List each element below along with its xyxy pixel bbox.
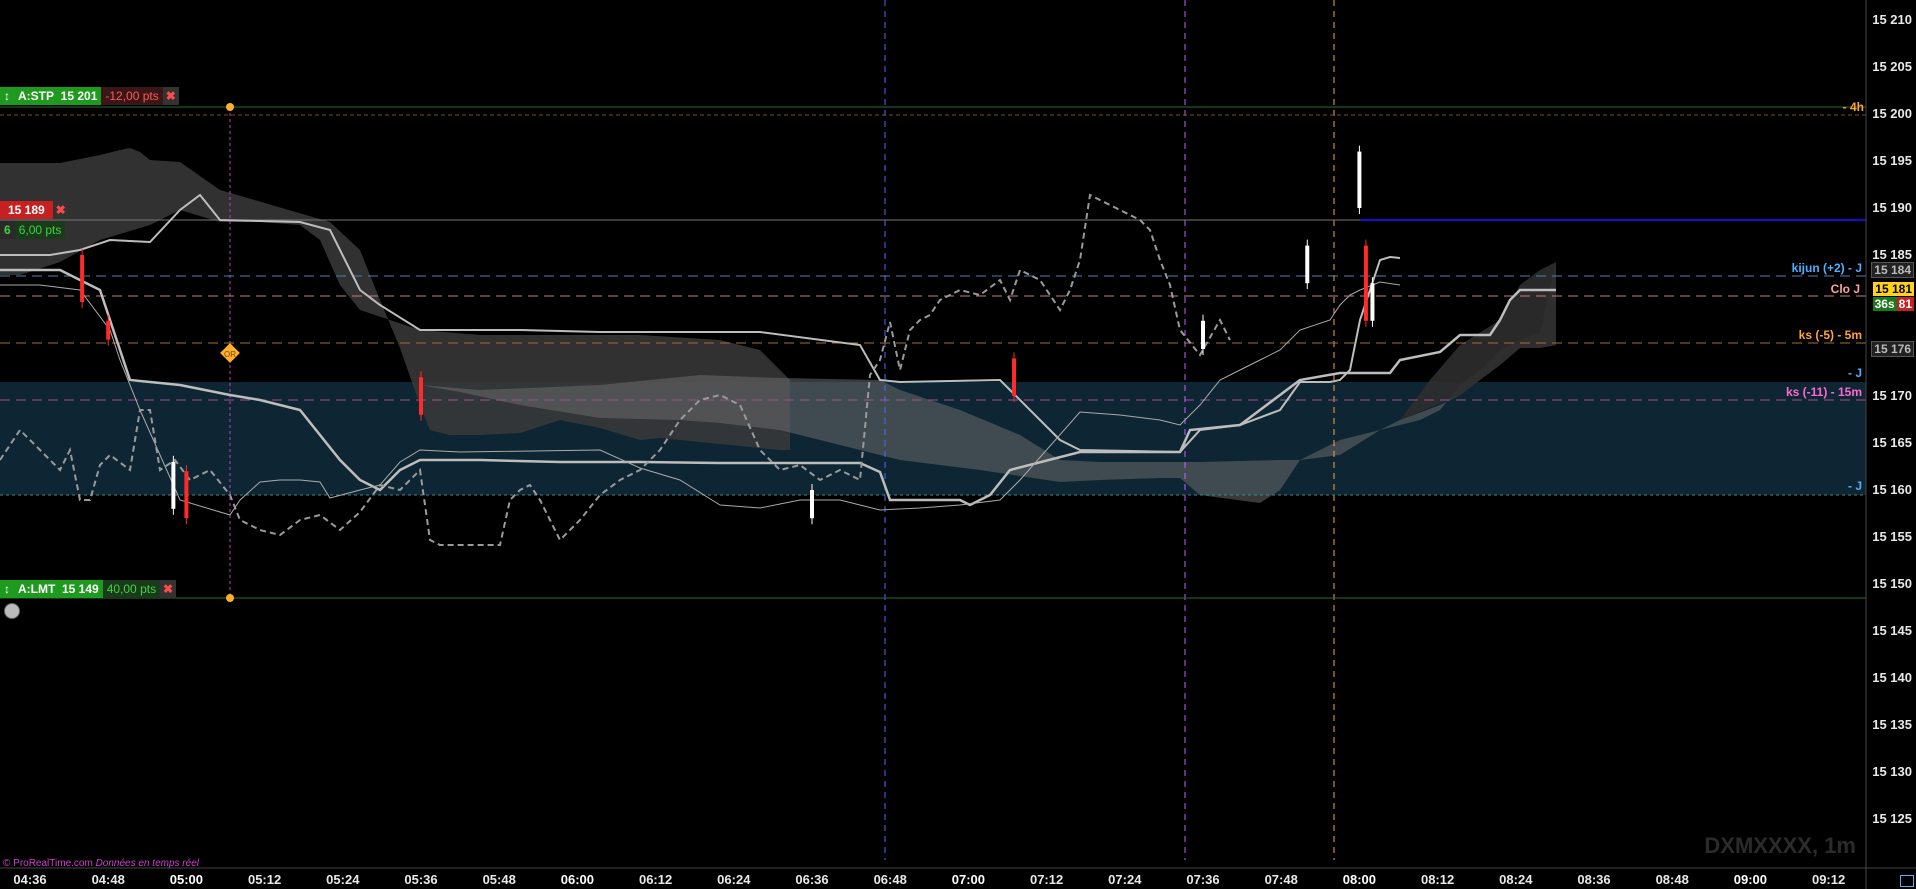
price-tick: 15 200 <box>1872 106 1912 121</box>
level-label-j2: - J <box>1847 479 1862 493</box>
price-tick: 15 195 <box>1872 153 1912 168</box>
time-tick: 06:00 <box>560 872 595 887</box>
stop-order-label: A:STP 15 201 <box>14 87 102 105</box>
time-tick: 04:48 <box>91 872 125 887</box>
close-icon[interactable]: ✖ <box>162 87 179 105</box>
limit-order-pts: 40,00 pts <box>102 580 161 598</box>
time-tick: 05:00 <box>169 872 204 887</box>
time-tick: 05:48 <box>482 872 516 887</box>
close-icon[interactable]: ✖ <box>52 201 69 219</box>
stop-handle[interactable] <box>226 103 234 111</box>
or-marker-label: OR <box>224 350 236 359</box>
level-label-clo: Clo J <box>1830 282 1860 296</box>
time-tick: 07:00 <box>951 872 986 887</box>
price-tick: 15 190 <box>1872 200 1912 215</box>
price-tick: 15 210 <box>1872 12 1912 27</box>
time-tick: 08:00 <box>1342 872 1377 887</box>
level-label-j1: - J <box>1847 366 1862 380</box>
price-tick: 15 140 <box>1872 670 1912 685</box>
level-label-4h: - 4h <box>1842 100 1864 114</box>
footer-site: © ProRealTime.com <box>3 858 93 869</box>
price-tick: 15 130 <box>1872 764 1912 779</box>
alarm-icon[interactable] <box>4 603 20 619</box>
time-tick: 06:48 <box>873 872 907 887</box>
drag-arrow-icon[interactable]: ↕ <box>0 87 14 105</box>
time-tick: 09:00 <box>1733 872 1768 887</box>
time-tick: 05:24 <box>326 872 360 887</box>
close-icon[interactable]: ✖ <box>160 580 177 598</box>
price-tick: 15 165 <box>1872 435 1912 450</box>
price-tick: 15 155 <box>1872 529 1912 544</box>
price-184-box: 15 184 <box>1871 262 1914 278</box>
stop-order-tag[interactable]: ↕ A:STP 15 201 -12,00 pts ✖ <box>0 87 179 105</box>
instrument-watermark: DXMXXXX, 1m <box>1704 833 1856 858</box>
stop-order-pts: -12,00 pts <box>101 87 163 105</box>
price-tick: 15 145 <box>1872 623 1912 638</box>
position-tag[interactable]: 15 189 ✖ <box>0 201 69 219</box>
time-tick: 04:36 <box>13 872 47 887</box>
price-tick: 15 185 <box>1872 247 1912 262</box>
time-tick: 08:24 <box>1499 872 1533 887</box>
limit-handle[interactable] <box>226 594 234 602</box>
time-tick: 07:48 <box>1264 872 1298 887</box>
time-tick: 08:48 <box>1655 872 1689 887</box>
time-tick: 08:12 <box>1420 872 1455 887</box>
position-price: 15 189 <box>0 201 53 219</box>
level-label-kijun: kijun (+2) - J <box>1791 261 1862 275</box>
price-tick: 15 150 <box>1872 576 1912 591</box>
countdown-seconds: 36s <box>1872 297 1897 311</box>
time-tick: 05:12 <box>247 872 282 887</box>
time-tick: 06:12 <box>638 872 673 887</box>
corner-icon[interactable] <box>1900 875 1914 887</box>
time-tick: 07:36 <box>1186 872 1220 887</box>
price-tick: 15 205 <box>1872 59 1912 74</box>
time-tick: 06:36 <box>795 872 829 887</box>
time-tick: 09:12 <box>1811 872 1846 887</box>
price-tick: 15 125 <box>1872 811 1912 826</box>
countdown-value: 81 <box>1896 297 1914 311</box>
footer-note: Données en temps réel <box>95 858 199 869</box>
drag-arrow-icon[interactable]: ↕ <box>0 580 14 598</box>
countdown-box: 36s 81 <box>1872 297 1914 311</box>
price-176-box: 15 176 <box>1871 341 1914 357</box>
price-tick: 15 170 <box>1872 388 1912 403</box>
footer-credit: © ProRealTime.com Données en temps réel <box>3 858 199 869</box>
price-tick: 15 135 <box>1872 717 1912 732</box>
price-tick: 15 160 <box>1872 482 1912 497</box>
time-tick: 08:36 <box>1577 872 1611 887</box>
level-label-ks11: ks (-11) - 15m <box>1785 385 1862 399</box>
limit-order-label: A:LMT 15 149 <box>14 580 103 598</box>
time-tick: 05:36 <box>404 872 438 887</box>
last-price-box: 15 181 <box>1873 282 1914 296</box>
position-pts: 6,00 pts <box>14 221 66 239</box>
position-pnl-tag: 6 6,00 pts <box>0 221 66 239</box>
price-chart[interactable]: OR <box>0 0 1916 889</box>
time-tick: 07:24 <box>1108 872 1142 887</box>
limit-order-tag[interactable]: ↕ A:LMT 15 149 40,00 pts ✖ <box>0 580 177 598</box>
position-qty: 6 <box>0 221 15 239</box>
level-label-ks5: ks (-5) - 5m <box>1798 328 1862 342</box>
time-tick: 06:24 <box>717 872 751 887</box>
time-tick: 07:12 <box>1029 872 1064 887</box>
